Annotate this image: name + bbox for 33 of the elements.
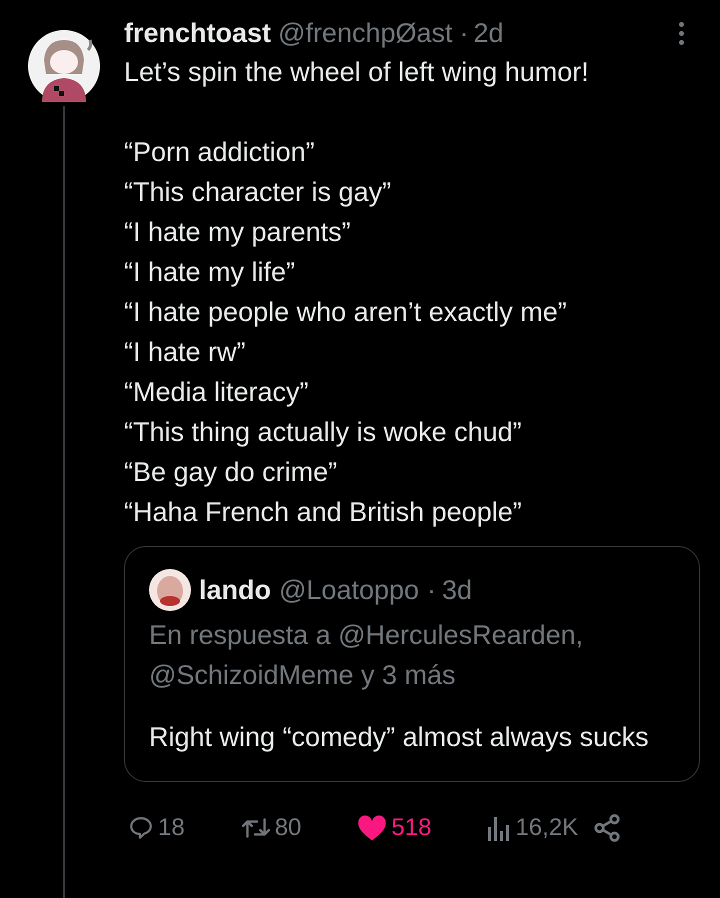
post-text-line: “This character is gay” bbox=[124, 176, 392, 209]
repost-button[interactable]: 80 bbox=[240, 810, 302, 846]
post-text-line: “Haha French and British people” bbox=[124, 496, 523, 529]
post-time[interactable]: 2d bbox=[474, 14, 504, 52]
separator-dot: · bbox=[460, 17, 469, 50]
reply-context: En respuesta a @HerculesRearden, @SchizoidMeme y 3 más bbox=[149, 619, 584, 692]
post-text-line: “Media literacy” bbox=[124, 376, 310, 409]
author-handle: @Loatoppo bbox=[279, 574, 420, 607]
like-button[interactable]: 518 bbox=[357, 810, 432, 846]
quoted-post-text: Right wing “comedy” almost always sucks bbox=[149, 721, 649, 754]
avatar-icon[interactable] bbox=[149, 569, 191, 611]
post-time: 3d bbox=[442, 574, 472, 607]
author-name: lando bbox=[199, 574, 271, 607]
share-button[interactable] bbox=[592, 813, 622, 843]
quoted-post-card[interactable]: lando @Loatoppo · 3d En respuesta a @HerculesRearden, @SchizoidMeme y 3 más Right wing “comedy” almost always sucks bbox=[124, 546, 700, 782]
author-name[interactable]: frenchtoast bbox=[124, 14, 272, 52]
bar-chart-icon bbox=[487, 815, 512, 841]
post-text-line: “I hate rw” bbox=[124, 336, 247, 369]
reply-button[interactable]: 18 bbox=[128, 810, 185, 846]
heart-icon bbox=[357, 814, 388, 842]
avatar-icon[interactable] bbox=[28, 30, 100, 102]
post-text-line: “This thing actually is woke chud” bbox=[124, 416, 523, 449]
share-icon bbox=[592, 813, 622, 843]
post-text-line: “I hate my life” bbox=[124, 256, 296, 289]
post-text-line: “I hate my parents” bbox=[124, 216, 352, 249]
author-handle[interactable]: @frenchpØast bbox=[278, 14, 453, 52]
speech-bubble-icon bbox=[128, 815, 154, 841]
separator-dot: · bbox=[427, 574, 436, 607]
post-text: Let’s spin the wheel of left wing humor! bbox=[124, 56, 590, 89]
post-text-line: “Be gay do crime” bbox=[124, 456, 338, 489]
post-text-line: “Porn addiction” bbox=[124, 136, 316, 169]
post-text-line: “I hate people who aren’t exactly me” bbox=[124, 296, 568, 329]
views-button[interactable]: 16,2K bbox=[487, 810, 578, 846]
